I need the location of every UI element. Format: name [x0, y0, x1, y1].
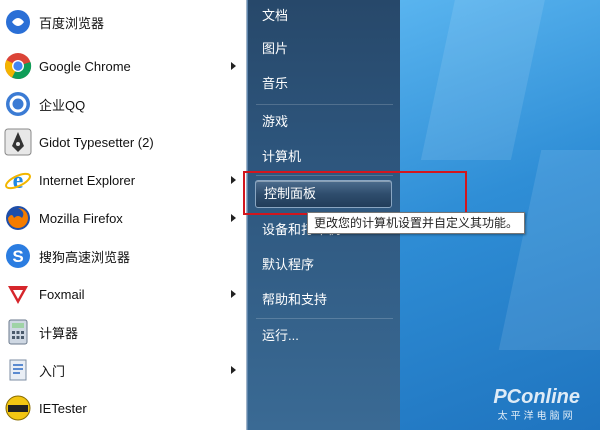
program-label: 搜狗高速浏览器 — [39, 249, 131, 265]
control-panel-tooltip: 更改您的计算机设置并自定义其功能。 — [307, 212, 526, 234]
place-item-computer[interactable]: 计算机 — [248, 141, 400, 173]
program-label: 百度浏览器 — [39, 15, 105, 31]
place-item-music[interactable]: 音乐 — [248, 68, 400, 100]
gidot-typesetter-icon — [3, 127, 33, 157]
wallpaper-light-pane — [420, 0, 550, 160]
program-item-enterprise-qq[interactable]: 企业QQ — [0, 85, 246, 123]
program-item-sogou-browser[interactable]: S 搜狗高速浏览器 — [0, 237, 246, 275]
separator — [256, 104, 393, 105]
place-item-games[interactable]: 游戏 — [248, 106, 400, 138]
program-label: Google Chrome — [39, 58, 131, 74]
program-label: 计算器 — [39, 325, 79, 341]
internet-explorer-icon: e — [3, 165, 33, 195]
svg-text:e: e — [13, 168, 24, 194]
place-item-help-and-support[interactable]: 帮助和支持 — [248, 284, 400, 316]
submenu-arrow-icon — [231, 176, 236, 184]
wallpaper-light-pane — [498, 150, 600, 350]
program-item-internet-explorer[interactable]: e Internet Explorer — [0, 161, 246, 199]
program-item-google-chrome[interactable]: Google Chrome — [0, 47, 246, 85]
program-label: 入门 — [39, 363, 66, 379]
qq-enterprise-icon — [3, 89, 33, 119]
ietester-icon — [3, 393, 33, 423]
baidu-browser-icon — [3, 7, 33, 37]
annotation-highlight-box — [243, 171, 467, 215]
program-label: 企业QQ — [39, 97, 86, 113]
watermark-brand: PConline — [493, 386, 580, 408]
program-item-calculator[interactable]: 计算器 — [0, 313, 246, 351]
program-item-gidot-typesetter[interactable]: Gidot Typesetter (2) — [0, 123, 246, 161]
place-item-run[interactable]: 运行... — [248, 320, 400, 352]
start-menu-programs-list: 百度浏览器 Google Chrome 企业QQ Gidot Typesette… — [0, 0, 247, 430]
submenu-arrow-icon — [231, 366, 236, 374]
watermark: PConline 太平洋电脑网 — [493, 386, 580, 422]
foxmail-icon — [3, 279, 33, 309]
submenu-arrow-icon — [231, 62, 236, 70]
program-label: Mozilla Firefox — [39, 210, 123, 226]
program-label: Internet Explorer — [39, 172, 136, 188]
submenu-arrow-icon — [231, 214, 236, 222]
watermark-subtitle: 太平洋电脑网 — [497, 411, 576, 422]
place-item-default-programs[interactable]: 默认程序 — [248, 249, 400, 281]
svg-text:S: S — [12, 247, 23, 266]
chrome-icon — [3, 51, 33, 81]
firefox-icon — [3, 203, 33, 233]
calculator-icon — [3, 317, 33, 347]
program-label: Gidot Typesetter (2) — [39, 134, 154, 150]
getting-started-icon — [3, 355, 33, 385]
program-item-baidu-browser[interactable]: 百度浏览器 — [0, 3, 246, 41]
sogou-browser-icon: S — [3, 241, 33, 271]
program-label: Foxmail — [39, 286, 85, 302]
program-item-getting-started[interactable]: 入门 — [0, 351, 246, 389]
submenu-arrow-icon — [231, 290, 236, 298]
program-item-foxmail[interactable]: Foxmail — [0, 275, 246, 313]
place-item-pictures[interactable]: 图片 — [248, 33, 400, 65]
place-item-documents[interactable]: 文档 — [248, 0, 400, 32]
program-item-mozilla-firefox[interactable]: Mozilla Firefox — [0, 199, 246, 237]
separator — [256, 318, 393, 319]
program-label: IETester — [39, 400, 87, 416]
program-item-ietester[interactable]: IETester — [0, 389, 246, 427]
